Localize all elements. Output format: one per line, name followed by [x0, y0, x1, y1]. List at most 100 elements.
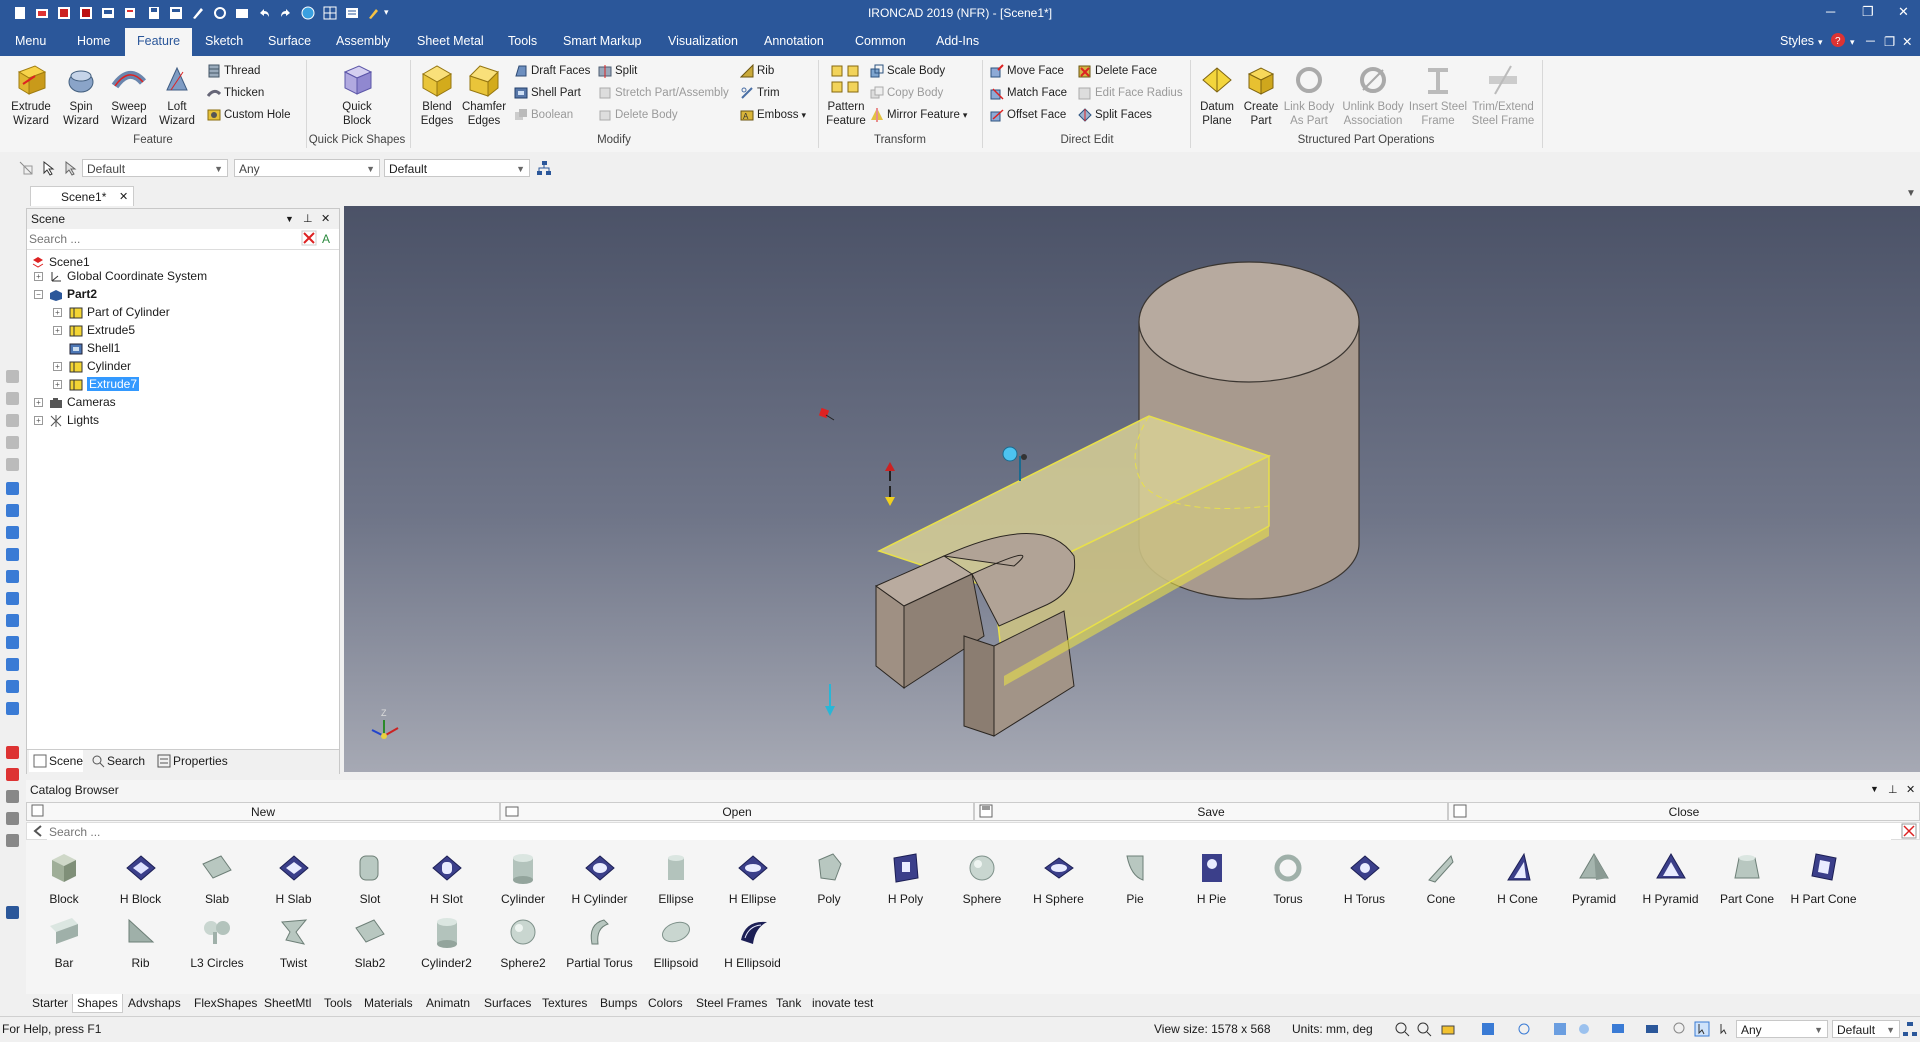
copy-body-button[interactable]: Copy Body	[870, 84, 943, 102]
zoom-icon[interactable]	[1394, 1021, 1410, 1040]
catalog-new-button[interactable]: New	[26, 802, 500, 821]
tab-annotation[interactable]: Annotation	[764, 34, 824, 48]
tab-scene[interactable]: Scene	[29, 750, 83, 772]
styles-menu[interactable]: Styles	[1780, 34, 1814, 48]
zoom-fit-icon[interactable]	[1672, 1021, 1688, 1040]
sketch-tool-icon[interactable]	[6, 392, 19, 405]
display-icon[interactable]	[1610, 1021, 1626, 1040]
material-combo[interactable]: Default ▼	[384, 159, 530, 177]
triball-handle-icon[interactable]	[1002, 446, 1027, 481]
catalog-tab-advshaps[interactable]: Advshaps	[128, 996, 181, 1010]
insert-steel-frame-button[interactable]: Insert Steel Frame	[1408, 62, 1468, 128]
catalog-item-pie[interactable]: Pie	[1097, 850, 1173, 906]
view-tool-icon[interactable]	[6, 702, 19, 715]
catalog-item-slab[interactable]: Slab	[179, 850, 255, 906]
catalog-item-partial-torus[interactable]: Partial Torus	[562, 914, 638, 970]
catalog-tab-textures[interactable]: Textures	[542, 996, 587, 1010]
document-tab[interactable]: Scene1* ✕	[30, 186, 134, 206]
catalog-item-h-cone[interactable]: H Cone	[1480, 850, 1556, 906]
catalog-item-h-ellipsoid[interactable]: H Ellipsoid	[715, 914, 791, 970]
view-tool-icon[interactable]	[6, 658, 19, 671]
measure-tool-icon[interactable]	[6, 790, 19, 803]
light-toggle-icon[interactable]	[1576, 1021, 1592, 1040]
tab-feature[interactable]: Feature	[125, 28, 193, 56]
catalog-tab-sheetmtl[interactable]: SheetMtl	[264, 996, 311, 1010]
tab-common[interactable]: Common	[855, 34, 906, 48]
tab-menu[interactable]: Menu	[15, 34, 46, 48]
sketch-tool-icon[interactable]	[6, 436, 19, 449]
expand-icon[interactable]: +	[34, 272, 43, 281]
catalog-item-ellipsoid[interactable]: Ellipsoid	[638, 914, 714, 970]
split-button[interactable]: Split	[598, 62, 637, 80]
catalog-tab-tools[interactable]: Tools	[324, 996, 352, 1010]
select-mode-icon[interactable]	[1694, 1021, 1710, 1040]
view-tool-icon[interactable]	[6, 636, 19, 649]
style-combo[interactable]: Default ▼	[82, 159, 228, 177]
3d-viewport[interactable]: Z	[344, 206, 1920, 772]
view-tool-icon[interactable]	[6, 526, 19, 539]
catalog-item-h-poly[interactable]: H Poly	[868, 850, 944, 906]
dimension-tool-icon[interactable]	[6, 746, 19, 759]
collapse-icon[interactable]: −	[34, 290, 43, 299]
catalog-tab-materials[interactable]: Materials	[364, 996, 413, 1010]
datum-plane-button[interactable]: Datum Plane	[1194, 62, 1240, 128]
stretch-button[interactable]: Stretch Part/Assembly	[598, 84, 729, 102]
link-body-as-part-button[interactable]: Link Body As Part	[1280, 62, 1338, 128]
chamfer-edges-button[interactable]: Chamfer Edges	[460, 62, 508, 128]
tree-node-lights[interactable]: Lights	[49, 412, 99, 428]
boolean-button[interactable]: Boolean	[514, 106, 573, 124]
restore-icon[interactable]: ❐	[1862, 4, 1874, 20]
match-face-button[interactable]: Match Face	[990, 84, 1067, 102]
view-orient-icon[interactable]	[1440, 1021, 1456, 1040]
select-parts-icon[interactable]	[18, 160, 34, 179]
extrude-wizard-button[interactable]: Extrude Wizard	[6, 62, 56, 128]
expand-icon[interactable]: +	[53, 326, 62, 335]
tab-surface[interactable]: Surface	[268, 34, 311, 48]
tree-node-cameras[interactable]: Cameras	[49, 394, 116, 410]
scene-search-input[interactable]	[27, 230, 301, 248]
catalog-item-block[interactable]: Block	[26, 850, 102, 906]
catalog-save-button[interactable]: Save	[974, 802, 1448, 821]
tab-home[interactable]: Home	[77, 34, 110, 48]
trim-button[interactable]: Trim	[740, 84, 780, 102]
tree-node-extrude5[interactable]: Extrude5	[69, 322, 135, 338]
catalog-tab-inovate-test[interactable]: inovate test	[812, 996, 873, 1010]
view-tool-icon[interactable]	[6, 592, 19, 605]
tab-tools[interactable]: Tools	[508, 34, 537, 48]
delete-face-button[interactable]: Delete Face	[1078, 62, 1157, 80]
custom-hole-button[interactable]: Custom Hole	[207, 106, 290, 124]
render-mode-icon[interactable]	[1480, 1021, 1496, 1040]
catalog-item-ellipse[interactable]: Ellipse	[638, 850, 714, 906]
catalog-item-l3-circles[interactable]: L3 Circles	[179, 914, 255, 970]
model-scene[interactable]: Z	[344, 206, 1920, 772]
tree-node-cylinder[interactable]: Cylinder	[69, 358, 131, 374]
catalog-item-h-sphere[interactable]: H Sphere	[1021, 850, 1097, 906]
catalog-item-cylinder2[interactable]: Cylinder2	[409, 914, 485, 970]
tree-node-extrude7[interactable]: Extrude7	[69, 376, 140, 392]
tab-add-ins[interactable]: Add-Ins	[936, 34, 979, 48]
close-icon[interactable]: ✕	[1898, 4, 1909, 20]
catalog-item-torus[interactable]: Torus	[1250, 850, 1326, 906]
catalog-close-button[interactable]: Close	[1448, 802, 1920, 821]
search-back-icon[interactable]	[31, 824, 45, 841]
view-tool-icon[interactable]	[6, 482, 19, 495]
hierarchy-icon[interactable]	[536, 160, 552, 179]
snap-icon[interactable]	[1516, 1021, 1532, 1040]
expand-icon[interactable]: +	[53, 362, 62, 371]
doc-minimize-icon[interactable]: ─	[1866, 34, 1875, 48]
view-tool-icon[interactable]	[6, 614, 19, 627]
move-face-button[interactable]: Move Face	[990, 62, 1064, 80]
sketch-tool-icon[interactable]	[6, 414, 19, 427]
section-icon[interactable]	[1552, 1021, 1568, 1040]
tree-node-part2[interactable]: Part2	[49, 286, 97, 302]
help-dropdown-icon[interactable]: ▾	[1850, 37, 1855, 48]
tab-search[interactable]: Search	[87, 750, 153, 772]
catalog-item-h-slab[interactable]: H Slab	[256, 850, 332, 906]
catalog-item-cylinder[interactable]: Cylinder	[485, 850, 561, 906]
view-tool-icon[interactable]	[6, 548, 19, 561]
catalog-item-h-block[interactable]: H Block	[103, 850, 179, 906]
clear-search-icon[interactable]	[301, 230, 317, 249]
pointer-icon[interactable]	[40, 160, 56, 179]
catalog-item-slab2[interactable]: Slab2	[332, 914, 408, 970]
create-part-button[interactable]: Create Part	[1240, 62, 1282, 128]
